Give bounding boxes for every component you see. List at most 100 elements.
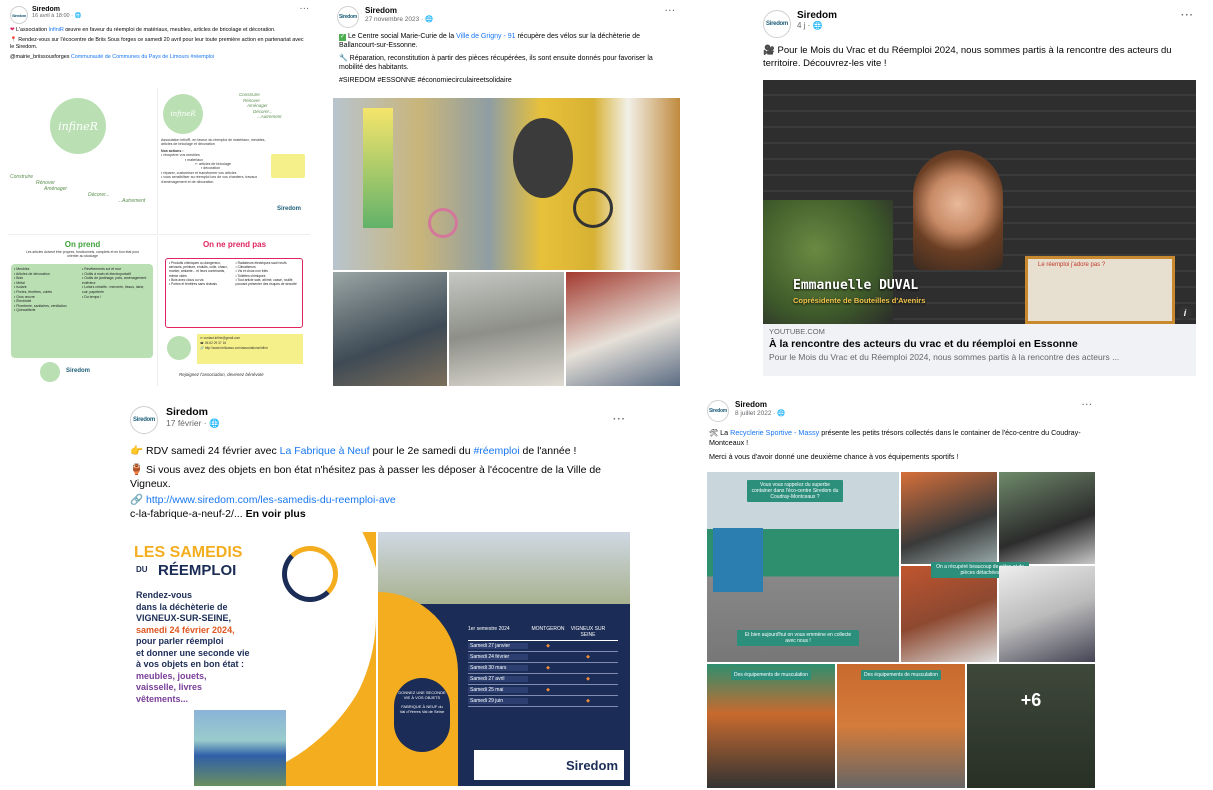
recyclerie-link[interactable]: Recyclerie Sportive - Massy — [730, 428, 819, 437]
vigneux-marker: ◆ — [586, 676, 590, 682]
recyclerie-photo-grid[interactable]: Vous vous rappelez du superbe container … — [707, 472, 1095, 788]
more-photos-count[interactable]: +6 — [967, 690, 1095, 711]
reemploi-hashtag[interactable]: #réemploi — [473, 445, 519, 457]
gym-photo-a[interactable]: Des équipements de musculation — [707, 664, 835, 788]
more-options-icon[interactable]: ··· — [300, 6, 310, 13]
siredom-avatar[interactable]: Siredom — [130, 406, 158, 434]
bike-photo-a[interactable] — [901, 472, 997, 564]
schedule-row: Samedi 29 juin ◆ — [468, 696, 618, 707]
tent-photo — [194, 710, 286, 786]
more-options-icon[interactable]: ··· — [1181, 10, 1194, 21]
bike-photo-d[interactable] — [999, 566, 1095, 662]
bike-photo-2[interactable] — [333, 272, 447, 386]
wrench-icon: 🔧 — [339, 55, 348, 62]
post-author[interactable]: Siredom — [32, 6, 300, 13]
post-samedis-reemploi: Siredom Siredom 17 février · 🌐 ··· 👉 RDV… — [122, 400, 630, 786]
post-author[interactable]: Siredom — [166, 406, 613, 418]
infinir-logo-small: infineR — [163, 94, 203, 134]
post-text: ❤ L'association InfiniR œuvre en faveur … — [10, 27, 276, 33]
heart-emoji-icon: ❤ — [10, 27, 15, 33]
post-date[interactable]: 8 juillet 2022 · — [735, 410, 777, 417]
gym-photo-b[interactable]: Des équipements de musculation — [837, 664, 965, 788]
post-date[interactable]: 16 avril à 18:00 · — [32, 13, 75, 19]
siredom-avatar[interactable]: Siredom — [763, 10, 791, 38]
see-more-button[interactable]: En voir plus — [246, 508, 306, 520]
recycle-icon — [282, 546, 338, 602]
siredom-logo: Siredom — [565, 757, 618, 773]
more-options-icon[interactable]: ··· — [665, 6, 676, 15]
montgeron-marker: ◆ — [546, 643, 550, 649]
post-author[interactable]: Siredom — [735, 400, 1082, 409]
video-caption-name: Emmanuelle DUVAL — [793, 278, 919, 293]
post-text: 🛠 La Recyclerie Sportive - Massy présent… — [709, 428, 1081, 447]
montgeron-marker: ◆ — [546, 687, 550, 693]
globe-icon: 🌐 — [777, 410, 786, 417]
grigny-link[interactable]: Ville de Grigny - 91 — [456, 33, 515, 40]
post-author[interactable]: Siredom — [365, 6, 665, 15]
schedule-row: Samedi 27 janvier ◆ — [468, 641, 618, 652]
pin-emoji-icon: 📍 — [10, 37, 17, 43]
hashtags-link[interactable]: #SIREDOM #ESSONNE #économiecirculaireets… — [339, 76, 676, 85]
info-icon[interactable]: i — [1178, 306, 1192, 320]
photo-grid[interactable] — [333, 98, 680, 386]
bike-photo-4[interactable] — [566, 272, 680, 386]
infinir-flyer[interactable]: infineR Construire Rénover Aménager Déco… — [8, 88, 310, 386]
post-grigny: Siredom Siredom 27 novembre 2023 · 🌐 ···… — [333, 6, 680, 386]
montgeron-marker — [528, 654, 568, 660]
post-date[interactable]: 27 novembre 2023 · — [365, 16, 425, 23]
video-thumbnail[interactable]: Le réemploi j'adore pas ? Emmanuelle DUV… — [763, 80, 1196, 324]
siredom-avatar[interactable]: Siredom — [707, 400, 729, 422]
infinir-link[interactable]: InfiniR — [49, 27, 64, 33]
person-portrait — [913, 150, 1003, 270]
post-text-2: 🔧 Réparation, reconstitution à partir de… — [339, 55, 653, 71]
bike-photo-3[interactable] — [449, 272, 564, 386]
post-url-rest: c-la-fabrique-a-neuf-2/... En voir plus — [130, 508, 306, 520]
post-mois-du-vrac: Siredom Siredom 4 j · 🌐 ··· 🎥 Pour le Mo… — [755, 6, 1202, 378]
video-poster: Le réemploi j'adore pas ? — [1025, 256, 1175, 324]
link-preview[interactable]: YOUTUBE.COM À la rencontre des acteurs d… — [763, 324, 1196, 376]
schedule-row: Samedi 30 mars ◆ — [468, 663, 618, 674]
infinir-logo: infineR — [50, 98, 106, 154]
globe-icon: 🌐 — [424, 16, 434, 23]
container-photo[interactable]: Vous vous rappelez du superbe container … — [707, 472, 899, 662]
give-second-life-circle: DONNEZ UNE SECONDE VIE À VOS OBJETS FABR… — [394, 678, 450, 752]
samedis-flyer[interactable]: LES SAMEDIS DU RÉEMPLOI Rendez-vous dans… — [124, 532, 376, 786]
globe-icon: 🌐 — [812, 21, 823, 30]
bike-photo-main[interactable] — [333, 98, 680, 270]
more-options-icon[interactable]: ··· — [613, 414, 626, 425]
sparkle-tools-icon: 🛠 — [709, 428, 719, 437]
camera-icon: 🎥 — [763, 45, 775, 56]
post-text: ✓ Le Centre social Marie-Curie de la Vil… — [339, 33, 641, 49]
point-right-icon: 👉 — [130, 445, 144, 457]
vigneux-marker: ◆ — [586, 698, 590, 704]
post-author[interactable]: Siredom — [797, 10, 1181, 21]
post-text-2: 🏺 Si vous avez des objets en bon état n'… — [130, 464, 602, 490]
vigneux-marker — [568, 643, 608, 649]
tags-link[interactable]: Communauté de Communes du Pays de Limour… — [71, 54, 214, 60]
siredom-avatar[interactable]: Siredom — [10, 6, 28, 24]
montgeron-marker — [528, 676, 568, 682]
post-tags: @mairie_briissousforges Communauté de Co… — [10, 54, 215, 60]
post-date[interactable]: 4 j · — [797, 21, 813, 30]
check-icon: ✓ — [339, 34, 346, 41]
post-date[interactable]: 17 février · — [166, 418, 209, 428]
schedule-row: Samedi 25 mai ◆ — [468, 685, 618, 696]
schedule-row: Samedi 24 février ◆ — [468, 652, 618, 663]
siredom-url-link[interactable]: http://www.siredom.com/les-samedis-du-re… — [146, 494, 396, 506]
globe-icon: 🌐 — [74, 13, 82, 19]
post-text: 👉 RDV samedi 24 février avec La Fabrique… — [130, 445, 577, 457]
more-photos-tile[interactable]: +6 — [967, 664, 1095, 788]
siredom-avatar[interactable]: Siredom — [337, 6, 359, 28]
bike-photo-c[interactable]: On a récupéré beaucoup de vélos et de pi… — [901, 562, 1029, 662]
montgeron-marker: ◆ — [546, 665, 550, 671]
post-text-2: Merci à vous d'avoir donné une deuxième … — [709, 452, 959, 461]
post-recyclerie: Siredom Siredom 8 juillet 2022 · 🌐 ··· 🛠… — [705, 398, 1097, 788]
fabrique-link[interactable]: La Fabrique à Neuf — [280, 445, 370, 457]
vigneux-marker — [568, 687, 608, 693]
siredom-stamp: Siredom — [277, 206, 302, 212]
more-options-icon[interactable]: ··· — [1082, 400, 1093, 409]
samedis-schedule[interactable]: 1er semestre 2024 MONTGERON VIGNEUX SUR … — [378, 532, 630, 786]
bike-photo-b[interactable] — [999, 472, 1095, 564]
post-text: 🎥 Pour le Mois du Vrac et du Réemploi 20… — [763, 45, 1172, 69]
globe-icon: 🌐 — [209, 418, 220, 428]
